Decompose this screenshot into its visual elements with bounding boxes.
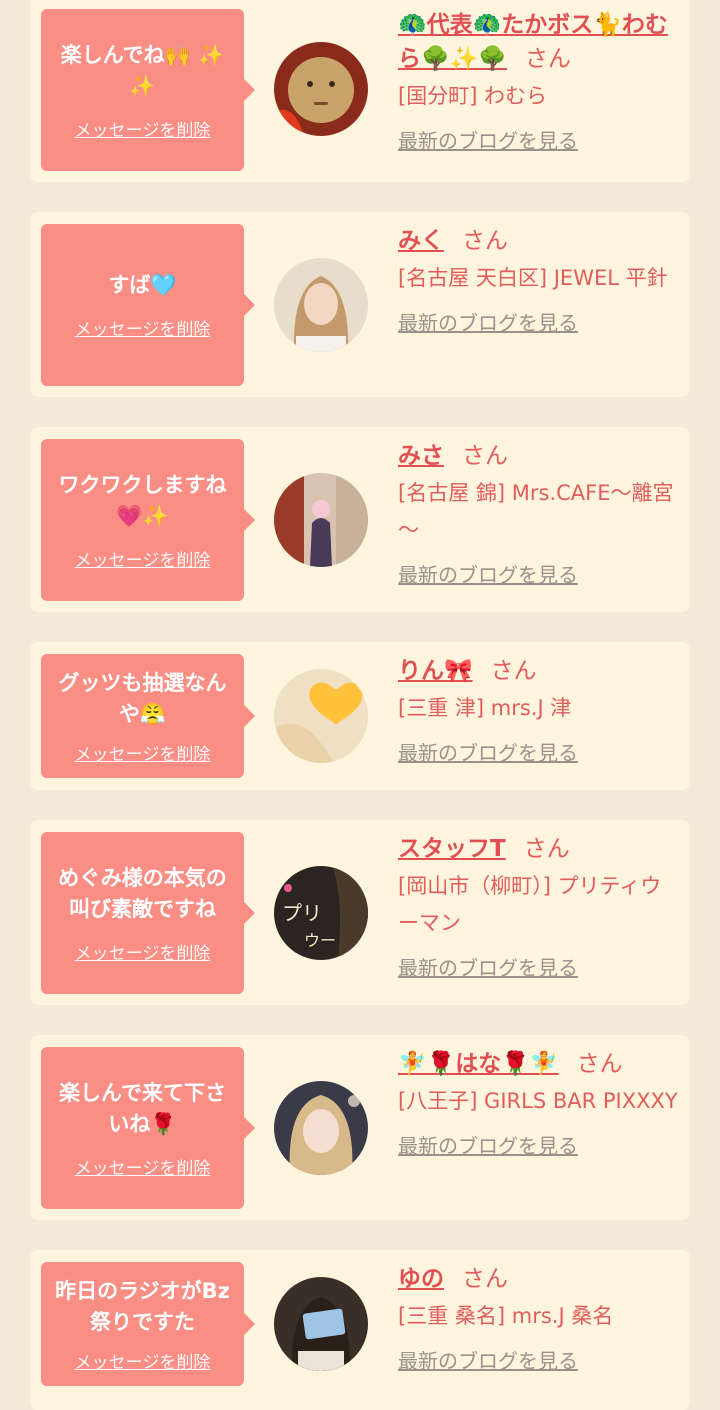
list-item: ワクワクしますね💗✨ メッセージを削除 みさ さん [名古屋 錦] Mrs.CAF… — [30, 427, 690, 612]
honorific: さん — [462, 443, 508, 469]
delete-message-link[interactable]: メッセージを削除 — [75, 939, 211, 964]
list-item: グッツも抽選なんや😤 メッセージを削除 りん🎀 さん [三重 津] mrs.J 津… — [30, 642, 690, 790]
message-bubble: グッツも抽選なんや😤 メッセージを削除 — [41, 654, 255, 778]
message-bubble: 楽しんでね🙌 ✨✨ メッセージを削除 — [41, 9, 255, 171]
honorific: さん — [462, 1266, 508, 1292]
sender-info: 🦚代表🦚たかボス🐈わむら🌳✨🌳 さん [国分町] わむら 最新のブログを見る — [398, 8, 680, 154]
shop-text: [国分町] わむら — [398, 84, 548, 108]
sender-name-link[interactable]: りん🎀 — [398, 658, 473, 684]
message-text: 楽しんでね🙌 ✨✨ — [60, 42, 225, 98]
honorific: さん — [576, 1051, 623, 1077]
honorific: さん — [462, 228, 508, 254]
delete-message-link[interactable]: メッセージを削除 — [75, 546, 211, 571]
honorific: さん — [523, 836, 570, 862]
svg-text:プリ: プリ — [282, 901, 322, 925]
latest-blog-link[interactable]: 最新のブログを見る — [398, 737, 578, 766]
latest-blog-link[interactable]: 最新のブログを見る — [398, 952, 578, 981]
list-item: 昨日のラジオがBz祭りですた メッセージを削除 ゆの さん [三重 桑名] mrs… — [30, 1250, 690, 1410]
sender-info: みさ さん [名古屋 錦] Mrs.CAFE～離宮～ 最新のブログを見る — [398, 439, 680, 588]
honorific: さん — [524, 46, 571, 72]
latest-blog-link[interactable]: 最新のブログを見る — [398, 1130, 578, 1159]
avatar[interactable] — [274, 42, 368, 136]
latest-blog-link[interactable]: 最新のブログを見る — [398, 307, 578, 336]
delete-message-link[interactable]: メッセージを削除 — [75, 1348, 211, 1373]
avatar[interactable]: プリ ウー — [274, 866, 368, 960]
message-text: 昨日のラジオがBz祭りですた — [55, 1278, 230, 1334]
latest-blog-link[interactable]: 最新のブログを見る — [398, 1345, 578, 1374]
message-text: めぐみ様の本気の叫び素敵ですね — [58, 865, 227, 921]
sender-info: りん🎀 さん [三重 津] mrs.J 津 最新のブログを見る — [398, 654, 680, 766]
delete-message-link[interactable]: メッセージを削除 — [75, 740, 211, 765]
sender-info: 🧚🌹はな🌹🧚 さん [八王子] GIRLS BAR PIXXXY 最新のブログを見… — [398, 1047, 680, 1159]
sender-name-link[interactable]: みさ — [398, 443, 444, 469]
avatar[interactable] — [274, 1081, 368, 1175]
shop-text: [名古屋 錦] Mrs.CAFE～離宮～ — [398, 481, 674, 542]
blonde-girl-icon — [274, 1081, 368, 1175]
latest-blog-link[interactable]: 最新のブログを見る — [398, 125, 578, 154]
list-item: めぐみ様の本気の叫び素敵ですね メッセージを削除 プリ ウー スタッフT さん [… — [30, 820, 690, 1005]
message-bubble: 楽しんで来て下さいね🌹 メッセージを削除 — [41, 1047, 255, 1209]
avatar[interactable] — [274, 473, 368, 567]
latest-blog-link[interactable]: 最新のブログを見る — [398, 559, 578, 588]
sender-info: みく さん [名古屋 天白区] JEWEL 平針 最新のブログを見る — [398, 224, 680, 336]
avatar[interactable] — [274, 669, 368, 763]
list-item: 楽しんでね🙌 ✨✨ メッセージを削除 🦚代表🦚たかボス🐈わむら🌳✨🌳 さん [国分… — [30, 0, 690, 182]
message-bubble: めぐみ様の本気の叫び素敵ですね メッセージを削除 — [41, 832, 255, 994]
sender-info: ゆの さん [三重 桑名] mrs.J 桑名 最新のブログを見る — [398, 1262, 680, 1374]
delete-message-link[interactable]: メッセージを削除 — [75, 116, 211, 141]
message-text: グッツも抽選なんや😤 — [58, 670, 227, 726]
heart-covered-icon — [274, 669, 368, 763]
shop-text: [岡山市（柳町）] プリティウーマン — [398, 874, 662, 935]
list-item: 楽しんで来て下さいね🌹 メッセージを削除 🧚🌹はな🌹🧚 さん [八王子] GIRL… — [30, 1035, 690, 1220]
list-item: すば🩵 メッセージを削除 みく さん [名古屋 天白区] JEWEL 平針 最新の… — [30, 212, 690, 397]
sender-name-link[interactable]: ゆの — [398, 1266, 444, 1292]
svg-text:ウー: ウー — [304, 931, 336, 950]
shop-text: [八王子] GIRLS BAR PIXXXY — [398, 1089, 678, 1113]
delete-message-link[interactable]: メッセージを削除 — [75, 1154, 211, 1179]
message-text: ワクワクしますね💗✨ — [58, 472, 227, 528]
pretty-woman-logo-icon: プリ ウー — [274, 866, 368, 960]
card-face-icon — [274, 1277, 368, 1371]
sender-info: スタッフT さん [岡山市（柳町）] プリティウーマン 最新のブログを見る — [398, 832, 680, 981]
sender-name-link[interactable]: みく — [398, 228, 444, 254]
delete-message-link[interactable]: メッセージを削除 — [75, 315, 211, 340]
sender-name-link[interactable]: 🧚🌹はな🌹🧚 — [398, 1051, 559, 1077]
message-text: 楽しんで来て下さいね🌹 — [59, 1080, 226, 1136]
kimono-woman-icon — [274, 473, 368, 567]
message-text: すば🩵 — [108, 273, 177, 297]
shop-text: [名古屋 天白区] JEWEL 平針 — [398, 266, 668, 290]
shop-text: [三重 津] mrs.J 津 — [398, 696, 572, 720]
avatar[interactable] — [274, 1277, 368, 1371]
message-bubble: 昨日のラジオがBz祭りですた メッセージを削除 — [41, 1262, 255, 1386]
girl-portrait-icon — [274, 258, 368, 352]
avatar[interactable] — [274, 258, 368, 352]
message-bubble: ワクワクしますね💗✨ メッセージを削除 — [41, 439, 255, 601]
doll-face-icon — [274, 42, 368, 136]
sender-name-link[interactable]: スタッフT — [398, 836, 506, 862]
message-bubble: すば🩵 メッセージを削除 — [41, 224, 255, 386]
honorific: さん — [490, 658, 537, 684]
shop-text: [三重 桑名] mrs.J 桑名 — [398, 1304, 614, 1328]
